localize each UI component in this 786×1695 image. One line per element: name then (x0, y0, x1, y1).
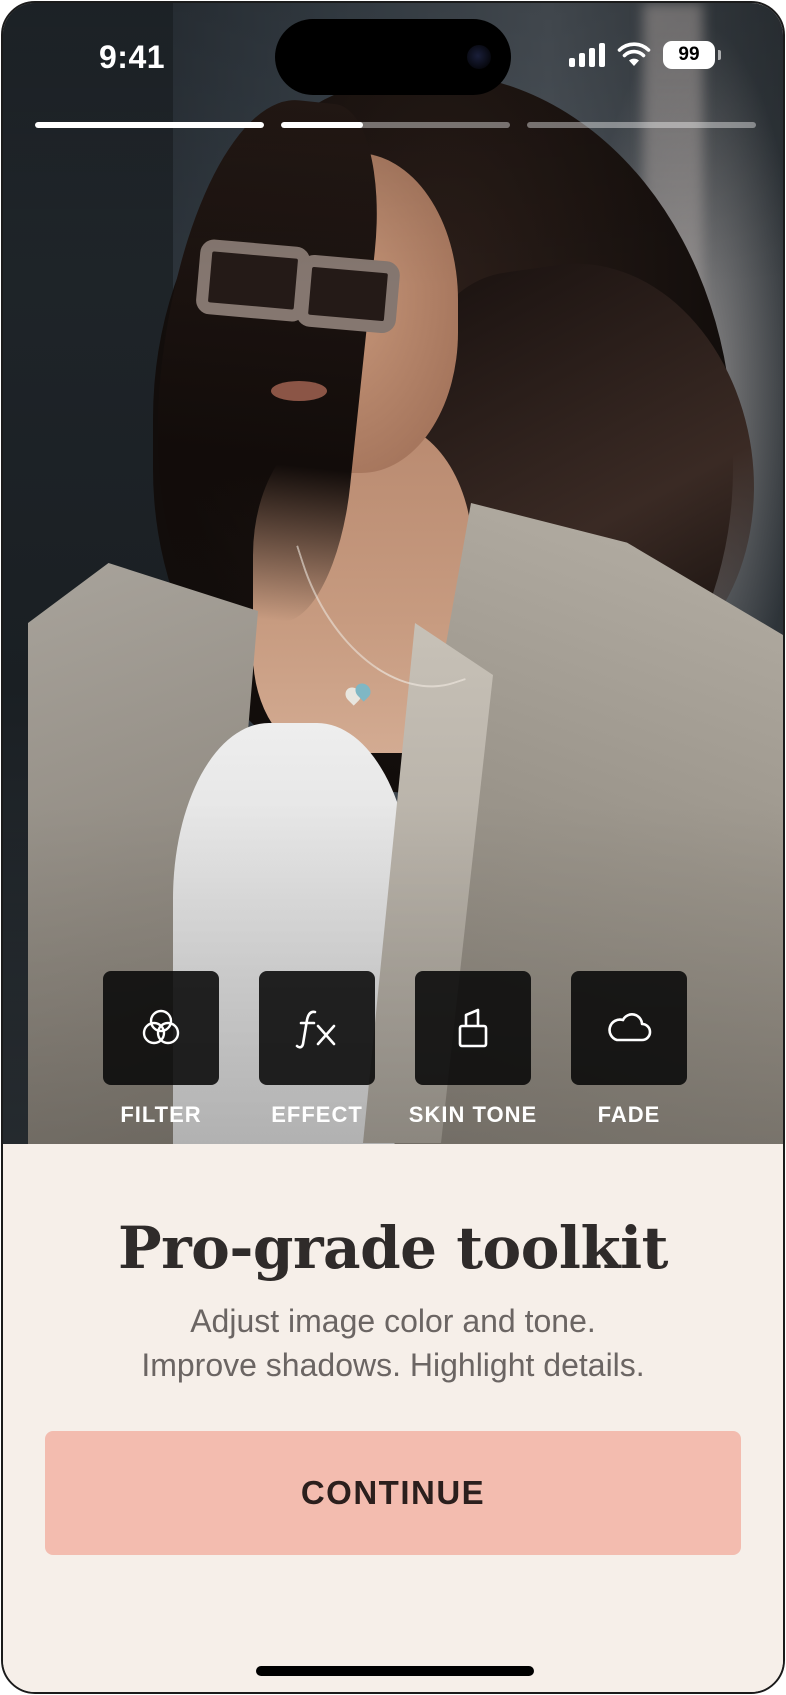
subtitle-line-2: Improve shadows. Highlight details. (141, 1347, 645, 1383)
cloud-icon (608, 1013, 652, 1042)
tool-fade-label: FADE (597, 1102, 661, 1127)
progress-segment (281, 122, 510, 128)
tool-fade-tile[interactable] (571, 971, 687, 1085)
hero-photo: 9:41 99 FILTER EFFECT SKIN TONE FADE (3, 3, 783, 1144)
lipstick-icon (458, 1008, 488, 1048)
progress-segment (527, 122, 756, 128)
status-time: 9:41 (99, 39, 166, 75)
subtitle-line-1: Adjust image color and tone. (190, 1303, 596, 1339)
wifi-icon (617, 42, 651, 66)
story-progress (35, 122, 756, 128)
tool-filter-tile[interactable] (103, 971, 219, 1085)
tool-effect-label: EFFECT (271, 1102, 363, 1127)
status-icons: 99 (569, 41, 721, 69)
front-camera-icon (467, 45, 491, 69)
home-indicator[interactable] (256, 1666, 534, 1676)
dynamic-island (275, 19, 511, 95)
subtitle: Adjust image color and tone. Improve sha… (3, 1299, 783, 1387)
fx-icon (295, 1010, 336, 1049)
battery-level: 99 (678, 44, 700, 65)
cellular-signal-icon (569, 43, 605, 67)
continue-button[interactable]: CONTINUE (45, 1431, 741, 1555)
onboarding-sheet: Pro-grade toolkit Adjust image color and… (3, 1144, 783, 1692)
tool-skin-tone[interactable]: SKIN TONE (408, 971, 538, 1128)
tool-effect[interactable]: EFFECT (259, 971, 375, 1128)
tool-filter[interactable]: FILTER (103, 971, 219, 1128)
phone-screen: 9:41 99 FILTER EFFECT SKIN TONE FADE Pro… (1, 1, 785, 1694)
tool-filter-label: FILTER (120, 1102, 202, 1127)
tool-skin-tone-tile[interactable] (415, 971, 531, 1085)
tool-skin-tone-label: SKIN TONE (408, 1102, 538, 1127)
tool-fade[interactable]: FADE (571, 971, 687, 1128)
tool-effect-tile[interactable] (259, 971, 375, 1085)
progress-segment (35, 122, 264, 128)
filter-circles-icon (142, 1009, 180, 1045)
tool-row: FILTER EFFECT SKIN TONE FADE (103, 971, 687, 1128)
page-title: Pro-grade toolkit (118, 1214, 668, 1282)
battery-icon: 99 (663, 41, 721, 69)
